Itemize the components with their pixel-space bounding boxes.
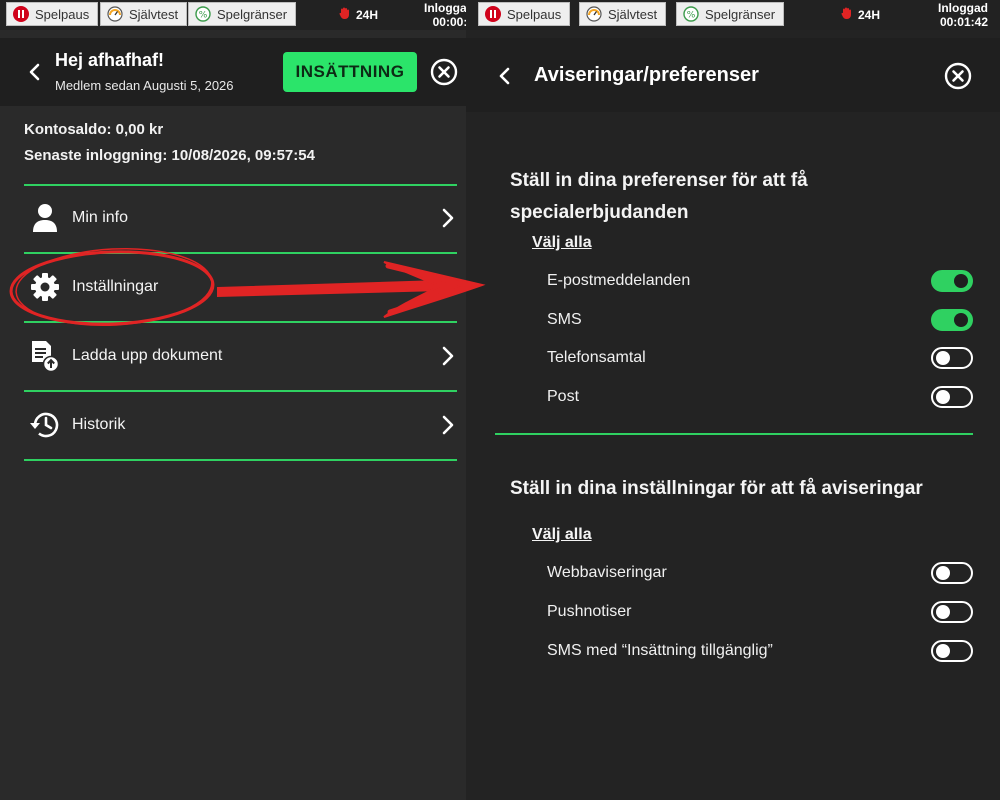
sms-deposit-available-toggle[interactable] (931, 640, 973, 662)
pref-row-sms-deposit: SMS med “Insättning tillgänglig” (547, 638, 973, 668)
pref-row-push: Pushnotiser (547, 599, 973, 629)
pref-row-sms: SMS (547, 307, 973, 337)
pref-row-web-notifications: Webbaviseringar (547, 560, 973, 590)
pref-label: Telefonsamtal (547, 349, 646, 366)
last-login: Senaste inloggning: 10/08/2026, 09:57:54 (24, 147, 315, 164)
section-divider (495, 433, 973, 435)
user-icon (28, 201, 62, 235)
spelgranser-button[interactable]: % Spelgränser (676, 2, 785, 26)
sjalvtest-label: Självtest (129, 6, 179, 22)
menu-item-label: Ladda upp dokument (72, 347, 223, 364)
session-time: 00:01:42 (939, 15, 988, 29)
menu-item-label: Inställningar (72, 278, 159, 295)
chevron-right-icon (442, 208, 454, 228)
logged-in-label: Inloggad (424, 1, 466, 15)
sjalvtest-button[interactable]: Självtest (100, 2, 188, 26)
pref-label: Post (547, 388, 580, 405)
sjalvtest-button[interactable]: Självtest (579, 2, 667, 26)
logged-in-label: Inloggad (938, 1, 988, 15)
pause-icon (13, 6, 29, 22)
back-icon[interactable] (497, 66, 513, 86)
gauge-icon (586, 6, 602, 22)
menu-item-label: Historik (72, 416, 126, 433)
menu-item-installningar[interactable]: Inställningar (24, 254, 457, 320)
sjalvtest-label: Självtest (608, 6, 658, 22)
chevron-right-icon (442, 346, 454, 366)
responsible-gaming-bar: Spelpaus Självtest % Spelgränser 24H Inl… (466, 0, 1000, 30)
pref-label: SMS med “Insättning tillgänglig” (547, 642, 773, 659)
select-all-offers-link[interactable]: Välj alla (532, 234, 592, 252)
divider (24, 459, 457, 461)
time-limit-indicator[interactable]: 24H (338, 6, 378, 23)
spelpaus-label: Spelpaus (35, 6, 90, 22)
menu-item-ladda-upp-dokument[interactable]: Ladda upp dokument (24, 323, 457, 389)
greeting: Hej afhafhaf! (55, 50, 165, 70)
limits-icon: % (195, 6, 211, 22)
spelgranser-label: Spelgränser (705, 6, 776, 22)
pref-row-post: Post (547, 384, 973, 414)
gear-icon (28, 270, 62, 304)
toggle-knob (936, 566, 950, 580)
toggle-knob (936, 390, 950, 404)
history-icon (28, 408, 62, 442)
spelgranser-label: Spelgränser (217, 6, 288, 22)
sms-toggle[interactable] (931, 309, 973, 331)
session-time: 00:00:2 (432, 15, 466, 29)
period-label: 24H (858, 7, 881, 22)
toggle-knob (954, 274, 968, 288)
post-toggle[interactable] (931, 386, 973, 408)
pause-icon (485, 6, 501, 22)
spelpaus-button[interactable]: Spelpaus (6, 2, 99, 26)
hand-icon (840, 6, 854, 23)
close-icon[interactable] (944, 62, 972, 90)
menu-item-min-info[interactable]: Min info (24, 185, 457, 251)
email-toggle[interactable] (931, 270, 973, 292)
preferences-panel: Spelpaus Självtest % Spelgränser 24H Inl… (466, 0, 1000, 800)
period-label: 24H (356, 7, 379, 22)
hand-icon (338, 6, 352, 23)
svg-text:%: % (687, 11, 696, 21)
pref-row-email: E-postmeddelanden (547, 268, 973, 298)
chevron-right-icon (442, 415, 454, 435)
session-timer: Inloggad 00:00:2 (424, 1, 466, 29)
select-all-notifications-link[interactable]: Välj alla (532, 526, 592, 544)
preferences-header: Aviseringar/preferenser (466, 38, 1000, 112)
svg-text:%: % (199, 11, 208, 21)
back-icon[interactable] (27, 62, 43, 82)
pref-row-phone: Telefonsamtal (547, 345, 973, 375)
phone-call-toggle[interactable] (931, 347, 973, 369)
gauge-icon (107, 6, 123, 22)
toggle-knob (936, 644, 950, 658)
notifications-heading: Ställ in dina inställningar för att få a… (510, 478, 923, 499)
close-icon[interactable] (430, 58, 458, 86)
toggle-knob (936, 351, 950, 365)
member-since: Medlem sedan Augusti 5, 2026 (55, 78, 234, 93)
limits-icon: % (683, 6, 699, 22)
menu-item-historik[interactable]: Historik (24, 392, 457, 458)
document-upload-icon (28, 339, 62, 373)
session-timer: Inloggad 00:01:42 (938, 1, 988, 29)
menu-item-label: Min info (72, 209, 129, 226)
offers-heading: Ställ in dina preferenser för att få spe… (510, 170, 808, 223)
responsible-gaming-bar: Spelpaus Självtest % Spelgränser 24H Inl… (0, 0, 466, 30)
toggle-knob (954, 313, 968, 327)
spelpaus-button[interactable]: Spelpaus (478, 2, 571, 26)
push-notifications-toggle[interactable] (931, 601, 973, 623)
page-title: Aviseringar/preferenser (534, 64, 759, 86)
spelgranser-button[interactable]: % Spelgränser (188, 2, 297, 26)
pref-label: SMS (547, 311, 582, 328)
account-header: Hej afhafhaf! Medlem sedan Augusti 5, 20… (0, 38, 466, 106)
account-balance: Kontosaldo: 0,00 kr (24, 121, 164, 138)
web-notifications-toggle[interactable] (931, 562, 973, 584)
pref-label: Pushnotiser (547, 603, 632, 620)
pref-label: E-postmeddelanden (547, 272, 691, 289)
account-panel: Spelpaus Självtest % Spelgränser 24H Inl… (0, 0, 466, 800)
time-limit-indicator[interactable]: 24H (840, 6, 880, 23)
toggle-knob (936, 605, 950, 619)
pref-label: Webbaviseringar (547, 564, 667, 581)
spelpaus-label: Spelpaus (507, 6, 562, 22)
deposit-button[interactable]: INSÄTTNING (283, 52, 417, 92)
